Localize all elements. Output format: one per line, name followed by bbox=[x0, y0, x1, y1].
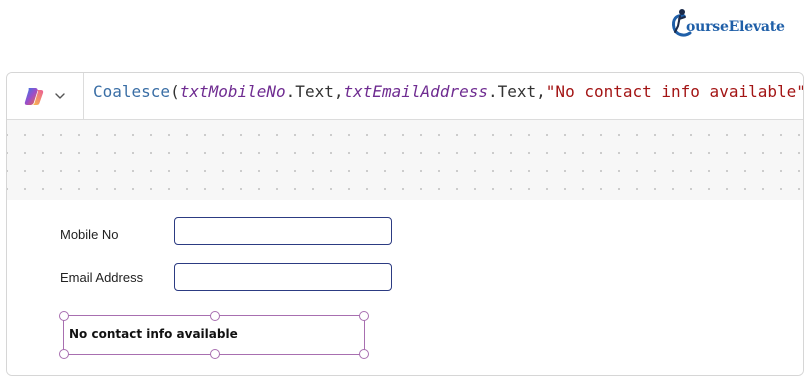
formula-function: Coalesce bbox=[93, 82, 171, 101]
formula-input[interactable]: Coalesce(txtMobileNo.Text,txtEmailAddres… bbox=[93, 81, 804, 103]
courseelevate-logo: ourseElevate bbox=[668, 6, 804, 40]
formula-arg1-property: .Text bbox=[285, 82, 334, 101]
email-address-label: Email Address bbox=[60, 270, 144, 285]
resize-handle-bottom-right[interactable] bbox=[359, 349, 369, 359]
formula-arg2-property: .Text bbox=[487, 82, 537, 101]
app-editor-frame: Coalesce(txtMobileNo.Text,txtEmailAddres… bbox=[6, 72, 804, 376]
screen-form-area: Mobile No Email Address No contact info … bbox=[7, 200, 803, 375]
resize-handle-top-center[interactable] bbox=[210, 311, 220, 321]
resize-handle-top-right[interactable] bbox=[359, 311, 369, 321]
formula-bar-divider bbox=[83, 73, 84, 119]
resize-handle-bottom-center[interactable] bbox=[210, 349, 220, 359]
formula-arg3-string: "No contact info available" bbox=[545, 82, 804, 101]
formula-arg2-control: txtEmailAddress bbox=[343, 82, 488, 101]
logo-text: ourseElevate bbox=[686, 19, 785, 35]
formula-arg1-control: txtMobileNo bbox=[179, 82, 286, 101]
copilot-icon bbox=[24, 88, 44, 105]
resize-handle-bottom-left[interactable] bbox=[59, 349, 69, 359]
chevron-down-icon bbox=[55, 93, 65, 99]
email-address-input[interactable] bbox=[174, 263, 392, 291]
mobile-no-input[interactable] bbox=[174, 217, 392, 245]
contact-result-label[interactable]: No contact info available bbox=[59, 311, 369, 359]
copilot-dropdown-button[interactable] bbox=[23, 82, 73, 110]
formula-bar: Coalesce(txtMobileNo.Text,txtEmailAddres… bbox=[7, 73, 803, 120]
canvas-grid-area bbox=[7, 120, 803, 200]
resize-handle-top-left[interactable] bbox=[59, 311, 69, 321]
formula-comma-2: , bbox=[536, 82, 546, 101]
contact-result-text: No contact info available bbox=[69, 327, 238, 341]
formula-open-paren: ( bbox=[170, 82, 180, 101]
mobile-no-label: Mobile No bbox=[60, 227, 119, 242]
